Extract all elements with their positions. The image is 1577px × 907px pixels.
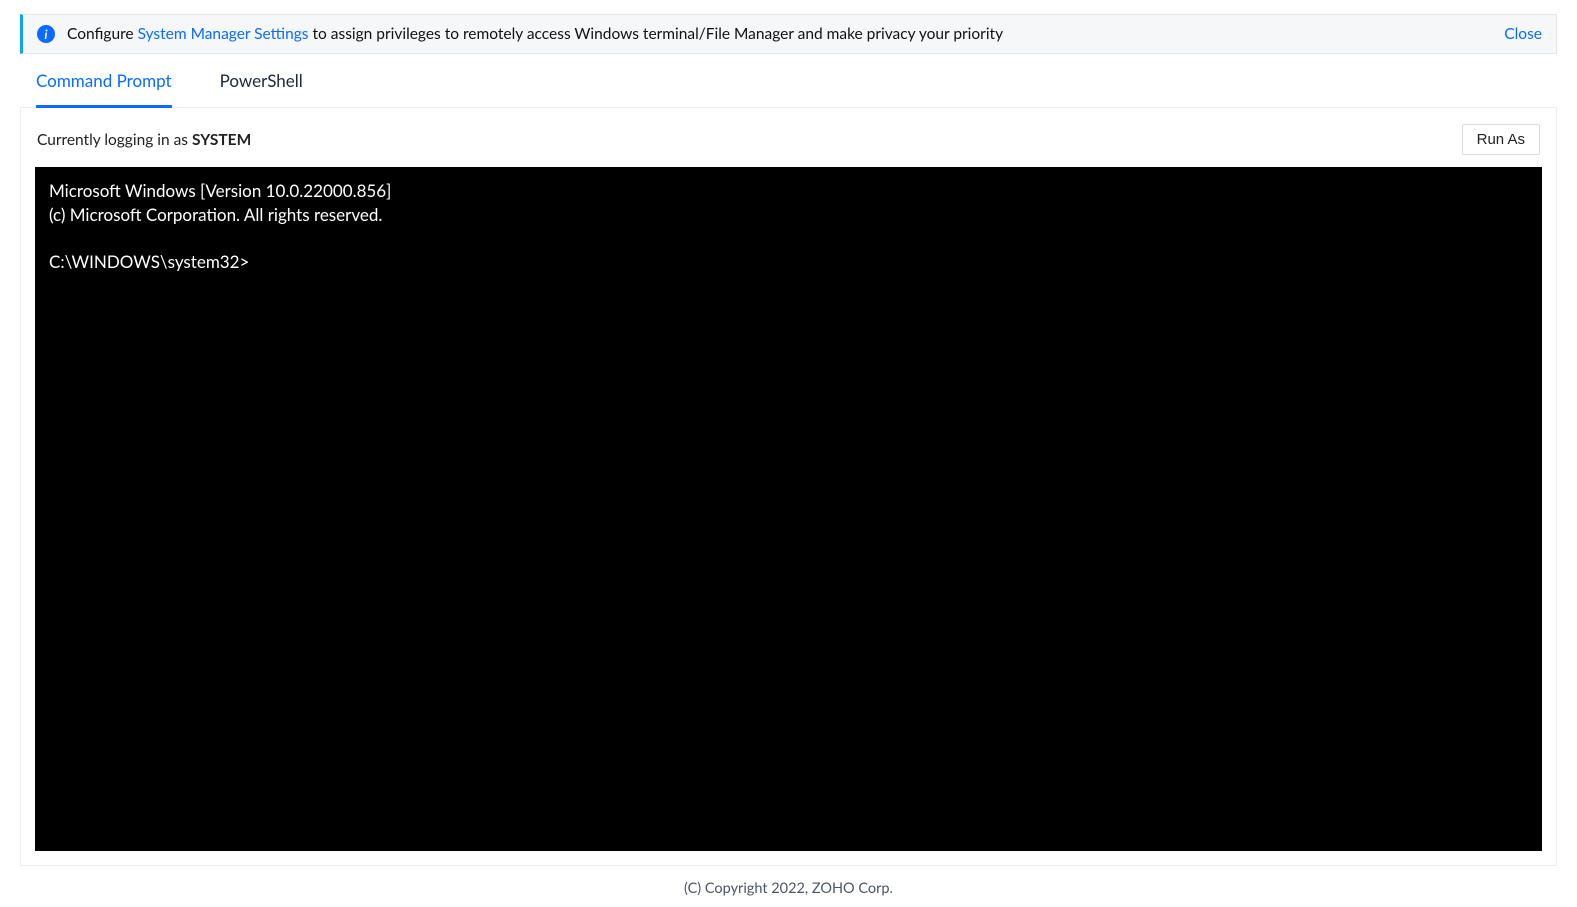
system-manager-settings-link[interactable]: System Manager Settings: [138, 25, 309, 43]
terminal-prompt: C:\WINDOWS\system32>: [49, 251, 249, 272]
terminal-line-1: Microsoft Windows [Version 10.0.22000.85…: [49, 180, 391, 201]
footer-copyright: (C) Copyright 2022, ZOHO Corp.: [20, 866, 1557, 907]
tab-powershell[interactable]: PowerShell: [220, 70, 303, 107]
terminal-card: Currently logging in as SYSTEM Run As Mi…: [20, 108, 1557, 866]
banner-prefix: Configure: [67, 25, 138, 43]
shell-tabs: Command Prompt PowerShell: [20, 54, 1557, 108]
run-as-button[interactable]: Run As: [1462, 124, 1540, 155]
banner-message: Configure System Manager Settings to ass…: [67, 25, 1484, 43]
terminal-output[interactable]: Microsoft Windows [Version 10.0.22000.85…: [35, 167, 1542, 851]
status-row: Currently logging in as SYSTEM Run As: [35, 108, 1542, 167]
terminal-line-2: (c) Microsoft Corporation. All rights re…: [49, 204, 382, 225]
banner-suffix: to assign privileges to remotely access …: [309, 25, 1004, 43]
login-status-prefix: Currently logging in as: [37, 131, 192, 149]
login-status-user: SYSTEM: [192, 131, 251, 149]
info-banner: i Configure System Manager Settings to a…: [20, 14, 1557, 54]
login-status: Currently logging in as SYSTEM: [37, 131, 251, 149]
info-icon: i: [37, 25, 55, 43]
tab-command-prompt[interactable]: Command Prompt: [36, 70, 172, 108]
banner-close-link[interactable]: Close: [1504, 25, 1542, 43]
